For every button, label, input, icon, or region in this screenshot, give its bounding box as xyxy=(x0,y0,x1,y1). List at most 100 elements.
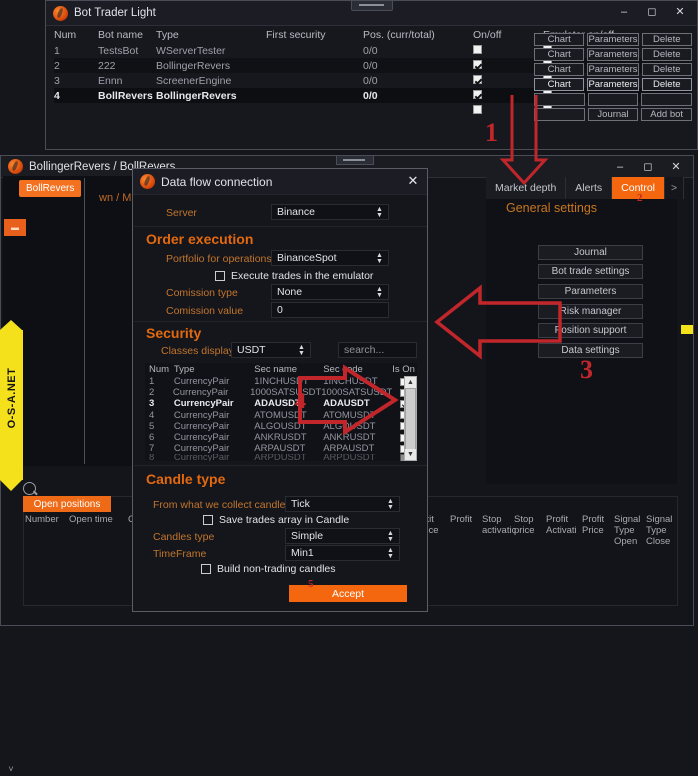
onoff-checkbox[interactable] xyxy=(473,89,482,99)
maximize-icon[interactable]: ◻ xyxy=(639,2,665,22)
portfolio-select[interactable]: BinanceSpot ▲ ▼ xyxy=(271,250,389,266)
journal-button[interactable]: Journal xyxy=(538,245,643,260)
parameters-button[interactable]: Parameters xyxy=(587,63,639,76)
timeframe-select[interactable]: Min1 ▲ ▼ xyxy=(285,545,400,561)
expand-down-icon[interactable]: ˅ xyxy=(4,762,18,776)
chevron-updown-icon[interactable]: ▲ ▼ xyxy=(375,252,384,265)
bot-trader-window[interactable]: Bot Trader Light – ◻ ✕ Num Bot name Type… xyxy=(45,0,698,150)
chevron-updown-icon[interactable]: ▲ ▼ xyxy=(375,206,384,219)
bot-row-actions: Chart Parameters Delete xyxy=(534,33,692,46)
chevron-updown-icon[interactable]: ▲ ▼ xyxy=(297,344,306,357)
accept-button[interactable]: Accept xyxy=(289,585,407,602)
maximize-icon[interactable]: ◻ xyxy=(635,157,661,177)
journal-button[interactable]: Journal xyxy=(587,108,639,121)
delete-button[interactable]: Delete xyxy=(641,33,692,46)
non-trading-candles-row[interactable]: Build non-trading candles xyxy=(201,563,336,575)
minimize-icon[interactable]: – xyxy=(611,2,637,22)
execute-emulator-row[interactable]: Execute trades in the emulator xyxy=(215,270,373,282)
chevron-updown-icon[interactable]: ▲ ▼ xyxy=(375,286,384,299)
chevron-updown-icon[interactable]: ▲ ▼ xyxy=(386,498,395,511)
table-row[interactable]: 8 CurrencyPair ARPDUSDT ARPDUSDT xyxy=(145,454,417,462)
table-row[interactable]: 5 CurrencyPair ALGOUSDT ALGOUSDT xyxy=(145,421,417,432)
zoom-icon[interactable] xyxy=(23,482,36,495)
dialog-close-icon[interactable]: ✕ xyxy=(405,173,421,189)
cell-sec-code: ARPDUSDT xyxy=(323,454,376,462)
delete-button[interactable]: Delete xyxy=(641,78,692,91)
security-table-scrollbar[interactable]: ▲ ▼ xyxy=(404,376,417,461)
cell-type: BollingerRevers xyxy=(156,59,231,72)
collapse-panel-button[interactable]: ▬ xyxy=(4,219,26,236)
cell-type: BollingerRevers xyxy=(156,89,237,102)
table-row[interactable]: 4 CurrencyPair ATOMUSDT ATOMUSDT xyxy=(145,410,417,421)
window-drag-grabber[interactable] xyxy=(351,1,393,11)
security-table[interactable]: Num Type Sec name Sec code Is On 1 Curre… xyxy=(145,363,417,462)
chart-button[interactable]: Chart xyxy=(534,78,585,91)
chevron-updown-icon[interactable]: ▲ ▼ xyxy=(386,530,395,543)
server-value: Binance xyxy=(277,206,315,218)
data-flow-connection-dialog[interactable]: Data flow connection ✕ Server Binance ▲ ▼… xyxy=(132,168,428,612)
open-positions-tab[interactable]: Open positions xyxy=(23,496,111,512)
chart-button[interactable]: Chart xyxy=(534,63,585,76)
chart-button[interactable]: Chart xyxy=(534,33,585,46)
bot-row-actions-empty xyxy=(534,93,693,106)
robot-name-chip[interactable]: BollRevers xyxy=(19,180,82,197)
bot-trader-window-controls[interactable]: – ◻ ✕ xyxy=(611,1,693,23)
onoff-checkbox[interactable] xyxy=(473,104,482,114)
chart-button[interactable]: Chart xyxy=(534,48,585,61)
risk-manager-button[interactable]: Risk manager xyxy=(538,304,643,319)
minimize-icon[interactable]: – xyxy=(607,157,633,177)
candles-type-select[interactable]: Simple ▲ ▼ xyxy=(285,528,400,544)
parameters-button[interactable]: Parameters xyxy=(587,48,639,61)
table-row[interactable]: 6 CurrencyPair ANKRUSDT ANKRUSDT xyxy=(145,432,417,443)
classes-displayed-select[interactable]: USDT ▲ ▼ xyxy=(231,342,311,358)
tab-alerts[interactable]: Alerts xyxy=(566,177,613,199)
parameters-button[interactable]: Parameters xyxy=(538,284,643,299)
server-select[interactable]: Binance ▲ ▼ xyxy=(271,204,389,220)
close-icon[interactable]: ✕ xyxy=(667,2,693,22)
candle-source-select[interactable]: Tick ▲ ▼ xyxy=(285,496,400,512)
cell-num: 8 xyxy=(149,454,155,462)
delete-button[interactable]: Delete xyxy=(641,48,692,61)
tab-market-depth[interactable]: Market depth xyxy=(486,177,567,199)
cell-num: 7 xyxy=(149,443,155,455)
classes-displayed-value: USDT xyxy=(237,344,266,356)
bot-trade-settings-button[interactable]: Bot trade settings xyxy=(538,264,643,279)
cell-sec-name: 1000SATSUSDT xyxy=(250,387,322,399)
col-num: Num xyxy=(149,364,170,375)
table-row[interactable]: 2 CurrencyPair 1000SATSUSDT 1000SATSUSDT xyxy=(145,387,417,398)
order-execution-heading: Order execution xyxy=(146,231,254,247)
non-trading-candles-checkbox[interactable] xyxy=(201,564,211,574)
scroll-up-icon[interactable]: ▲ xyxy=(405,377,416,388)
parameters-button[interactable]: Parameters xyxy=(587,33,639,46)
table-row[interactable]: 3 CurrencyPair ADAUSDT ADAUSDT xyxy=(145,398,417,409)
candles-type-value: Simple xyxy=(291,530,324,542)
table-row[interactable]: 1 CurrencyPair 1INCHUSDT 1INCHUSDT xyxy=(145,376,417,387)
robot-window-controls[interactable]: – ◻ ✕ xyxy=(607,156,689,178)
delete-button[interactable]: Delete xyxy=(641,63,692,76)
add-bot-button[interactable]: Add bot xyxy=(641,108,693,121)
save-trades-row[interactable]: Save trades array in Candle xyxy=(203,514,349,526)
save-trades-checkbox[interactable] xyxy=(203,515,213,525)
cell-pos: 0/0 xyxy=(363,59,378,72)
osa-net-vertical-tab[interactable]: O-S-A.NET xyxy=(0,320,23,491)
chevron-updown-icon[interactable]: ▲ ▼ xyxy=(386,547,395,560)
close-icon[interactable]: ✕ xyxy=(663,157,689,177)
onoff-checkbox[interactable] xyxy=(473,59,482,69)
scrollbar-thumb[interactable] xyxy=(405,388,416,450)
scroll-down-icon[interactable]: ▼ xyxy=(405,449,416,460)
commission-value-input[interactable]: 0 xyxy=(271,302,389,318)
table-row[interactable]: 7 CurrencyPair ARPAUSDT ARPAUSDT xyxy=(145,443,417,454)
dialog-titlebar[interactable]: Data flow connection ✕ xyxy=(133,169,427,195)
tab-next-arrow-icon[interactable]: > xyxy=(665,177,685,199)
col-bot-name: Bot name xyxy=(98,29,143,41)
scroll-marker[interactable] xyxy=(681,325,693,334)
osa-net-label: O-S-A.NET xyxy=(6,367,18,429)
onoff-checkbox[interactable] xyxy=(473,74,482,84)
security-search-input[interactable]: search... xyxy=(338,342,417,358)
commission-type-select[interactable]: None ▲ ▼ xyxy=(271,284,389,300)
onoff-checkbox[interactable] xyxy=(473,44,482,54)
parameters-button[interactable]: Parameters xyxy=(587,78,639,91)
execute-emulator-checkbox[interactable] xyxy=(215,271,225,281)
position-support-button[interactable]: Position support xyxy=(538,323,643,338)
robot-drag-grabber[interactable] xyxy=(336,156,374,165)
